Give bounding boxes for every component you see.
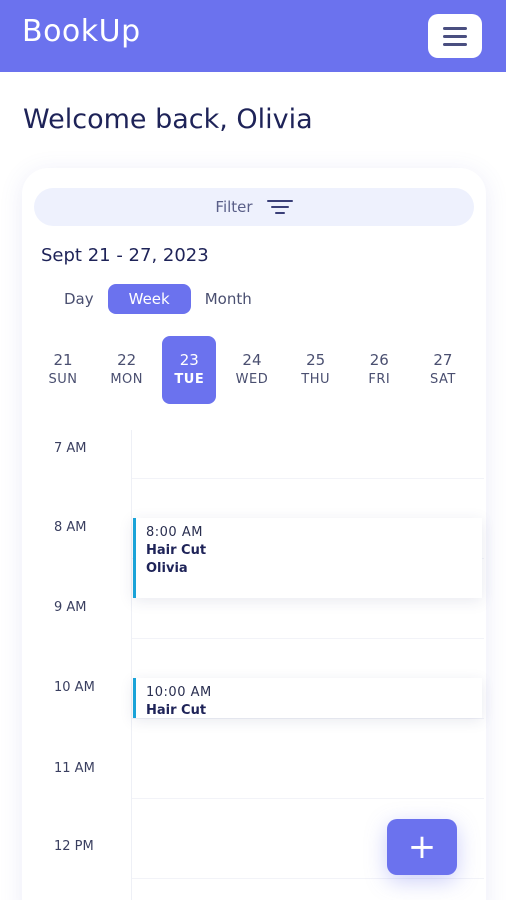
filter-label: Filter: [215, 198, 253, 216]
time-label: 12 PM: [54, 839, 94, 854]
time-label: 7 AM: [54, 441, 87, 456]
appointment-client: Olivia: [146, 561, 188, 576]
menu-line: [443, 42, 467, 46]
day-number: 26: [369, 351, 389, 369]
day-of-week: MON: [110, 372, 143, 387]
time-label: 10 AM: [54, 680, 95, 695]
app-logo[interactable]: BookUp: [22, 14, 141, 49]
hamburger-menu-icon[interactable]: [428, 14, 482, 58]
day-number: 23: [179, 351, 199, 369]
day-of-week: WED: [235, 372, 269, 387]
day-mon[interactable]: 22 MON: [99, 336, 155, 404]
day-number: 25: [306, 351, 326, 369]
page-title: Welcome back, Olivia: [23, 104, 313, 135]
appointment-time: 10:00 AM: [146, 685, 212, 700]
appointment-card[interactable]: 10:00 AM Hair Cut: [133, 678, 482, 718]
day-of-week: SAT: [430, 372, 456, 387]
day-thu[interactable]: 25 THU: [288, 336, 344, 404]
view-switcher: Day Week Month: [50, 284, 266, 314]
day-number: 24: [242, 351, 262, 369]
time-label: 11 AM: [54, 761, 95, 776]
date-range: Sept 21 - 27, 2023: [41, 245, 209, 266]
menu-line: [443, 34, 467, 38]
day-of-week: TUE: [174, 372, 205, 387]
filter-button[interactable]: Filter: [34, 188, 474, 226]
day-sat[interactable]: 27 SAT: [415, 336, 471, 404]
day-of-week: FRI: [368, 372, 391, 387]
half-hour-line: [132, 718, 484, 719]
appointment-service: Hair Cut: [146, 703, 207, 718]
day-number: 27: [433, 351, 453, 369]
day-number: 22: [117, 351, 137, 369]
tab-week[interactable]: Week: [107, 284, 191, 314]
timeline-divider: [131, 430, 132, 900]
appointment-card[interactable]: 8:00 AM Hair Cut Olivia: [133, 518, 482, 598]
top-bar: BookUp: [0, 0, 506, 72]
day-fri[interactable]: 26 FRI: [351, 336, 407, 404]
appointment-service: Hair Cut: [146, 543, 207, 558]
half-hour-line: [132, 638, 484, 639]
day-sun[interactable]: 21 SUN: [35, 336, 91, 404]
half-hour-line: [132, 798, 484, 799]
time-label: 8 AM: [54, 520, 87, 535]
half-hour-line: [132, 478, 484, 479]
half-hour-line: [132, 878, 484, 879]
tab-month[interactable]: Month: [191, 284, 266, 314]
day-of-week: SUN: [48, 372, 78, 387]
filter-lines-icon: [266, 200, 293, 214]
plus-icon: +: [407, 827, 437, 867]
tab-day[interactable]: Day: [50, 284, 108, 314]
day-tue-selected[interactable]: 23 TUE: [162, 336, 217, 404]
menu-line: [443, 26, 467, 30]
day-of-week: THU: [301, 372, 330, 387]
appointment-time: 8:00 AM: [146, 525, 203, 540]
add-appointment-button[interactable]: +: [387, 819, 457, 875]
day-wed[interactable]: 24 WED: [224, 336, 280, 404]
time-label: 9 AM: [54, 600, 87, 615]
day-number: 21: [53, 351, 73, 369]
week-day-selector: 21 SUN 22 MON 23 TUE 24 WED 25 THU 26 FR…: [35, 336, 471, 404]
